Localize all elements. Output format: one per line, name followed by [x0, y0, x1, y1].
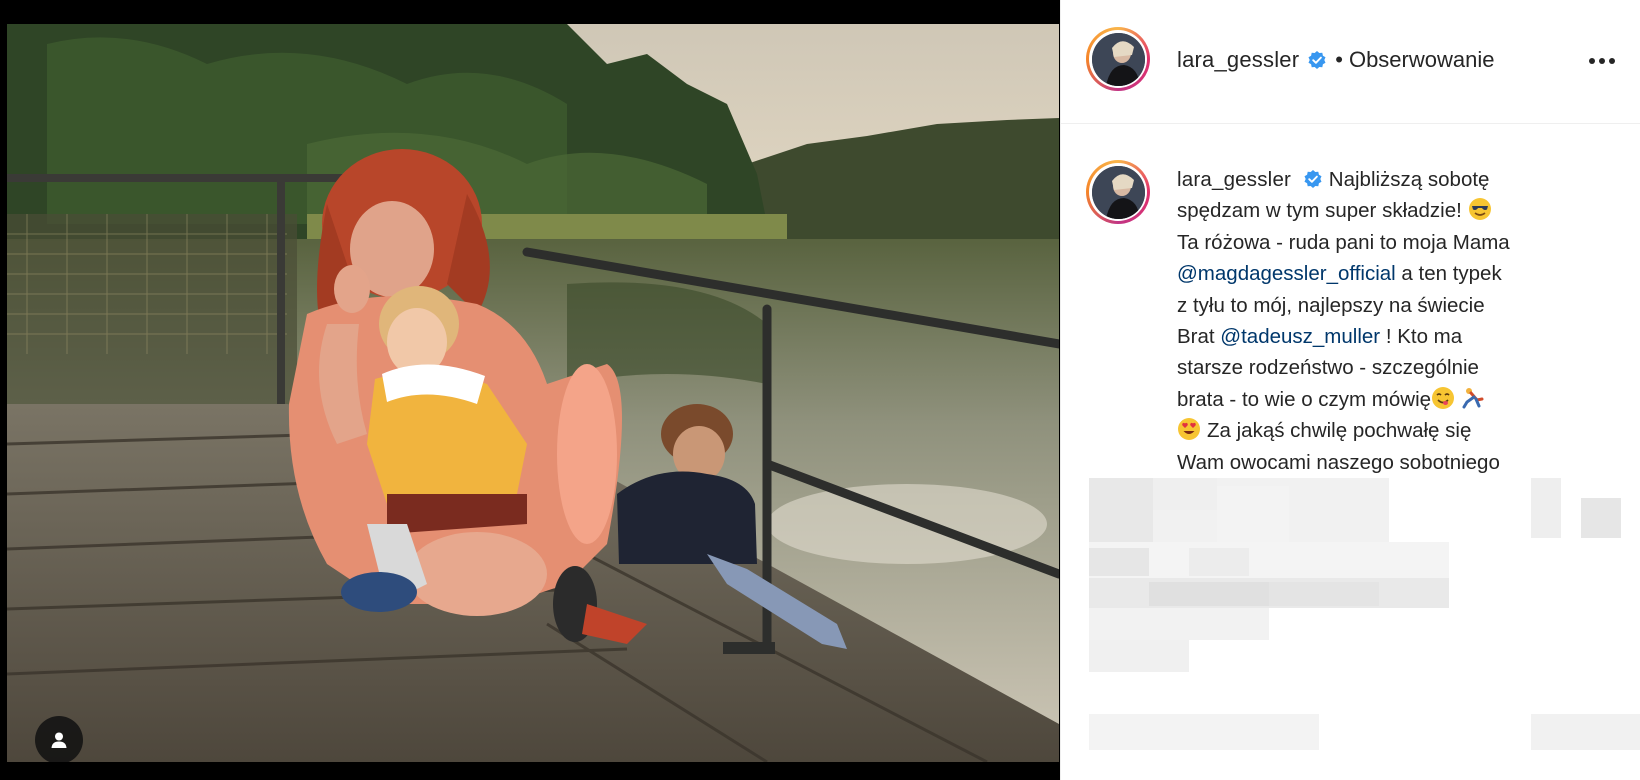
caption-text-line: z tyłu to mój, najlepszy na świecie [1177, 293, 1485, 317]
caption-text-line: a ten typek [1395, 262, 1502, 286]
user-tag-button[interactable] [35, 716, 83, 762]
more-options-button[interactable] [1585, 46, 1619, 76]
caption-avatar[interactable] [1086, 160, 1150, 224]
post-username[interactable]: lara_gessler [1177, 47, 1299, 73]
caption-text-line: ! Kto ma [1380, 325, 1463, 349]
verified-badge-icon [1307, 50, 1327, 70]
caption-text-line: spędzam w tym super składzie! [1177, 199, 1462, 223]
caption-text-line: starsze rodzeństwo - szczególnie [1177, 356, 1479, 380]
separator-dot: • [1335, 47, 1343, 72]
caption-text-line: Wam owocami naszego sobotniego [1177, 450, 1500, 474]
yum-face-emoji-icon [1431, 386, 1455, 410]
photo-panel [0, 0, 1060, 780]
avatar[interactable] [1086, 27, 1150, 91]
post-side-pane: lara_gessler • Obserwowanie lara_gessler… [1060, 0, 1640, 780]
person-cartwheeling-emoji-icon [1461, 386, 1485, 410]
blurred-comments-area [1061, 478, 1640, 780]
mention-link[interactable]: @tadeusz_muller [1220, 325, 1380, 348]
follow-status-button[interactable]: Obserwowanie [1349, 47, 1495, 73]
post-header: lara_gessler • Obserwowanie [1061, 0, 1640, 124]
caption-text-line: Najbliższą sobotę [1328, 168, 1490, 191]
caption-text-line: Brat [1177, 325, 1221, 349]
smiling-face-with-sunglasses-emoji-icon [1468, 197, 1492, 221]
more-horizontal-icon [1589, 58, 1595, 64]
caption-text-line: Ta różowa - ruda pani to moja Mama [1177, 230, 1510, 254]
caption-text-line: brata - to wie o czym mówię [1177, 387, 1432, 411]
mention-link[interactable]: @magdagessler_official [1177, 262, 1396, 285]
user-tag-icon [48, 729, 70, 751]
caption-text-line: Za jakąś chwilę pochwałę się [1207, 419, 1472, 443]
caption-username[interactable]: lara_gessler [1177, 168, 1291, 191]
heart-eyes-emoji-icon [1177, 417, 1201, 441]
post-photo[interactable] [7, 24, 1059, 762]
post-caption: lara_gessler Najbliższą sobotę spędzam w… [1177, 164, 1607, 476]
verified-badge-icon [1303, 169, 1323, 189]
